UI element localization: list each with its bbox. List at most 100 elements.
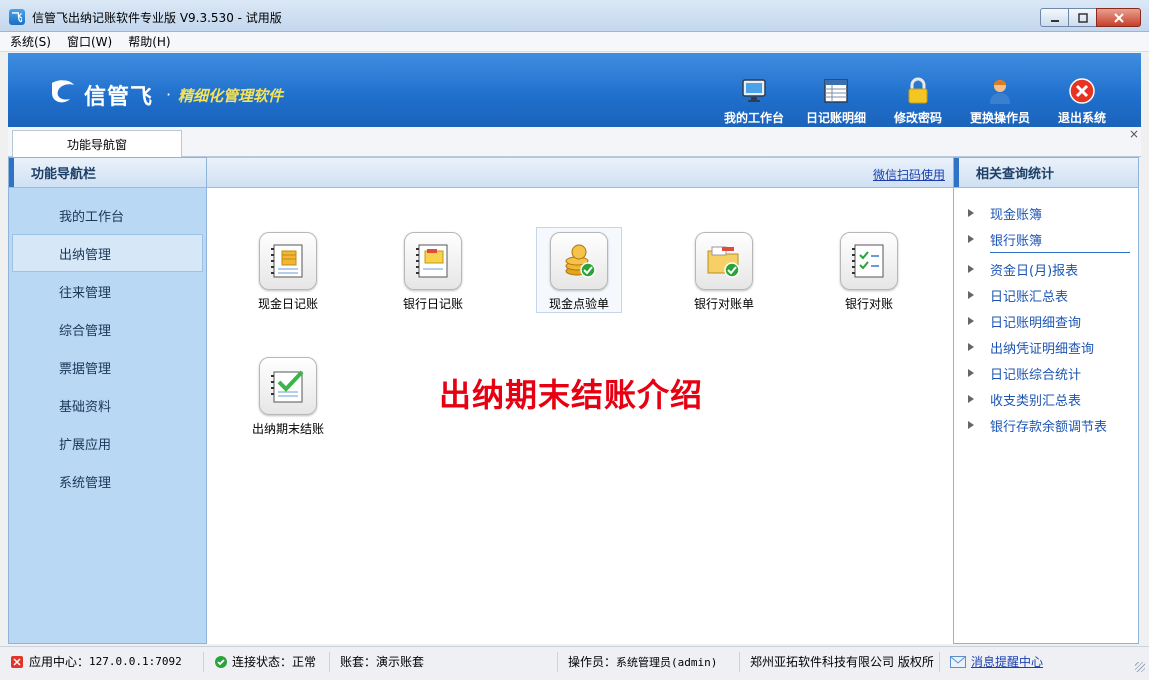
left-nav-list: 我的工作台 出纳管理 往来管理 综合管理 票据管理 基础资料 扩展应用 系统管理 — [9, 188, 206, 500]
toolbar-my-workbench-button[interactable]: 我的工作台 — [713, 77, 795, 126]
toolbar-switch-operator-label: 更换操作员 — [969, 111, 1030, 125]
menu-bar: 系统(S) 窗口(W) 帮助(H) — [0, 32, 1149, 52]
app-center-icon — [11, 655, 23, 668]
function-label: 出纳期末结账 — [251, 422, 324, 436]
query-journal-detail[interactable]: 日记账明细查询 — [954, 308, 1138, 334]
nav-item-extended-apps[interactable]: 扩展应用 — [9, 424, 206, 462]
function-label: 银行对账单 — [693, 297, 754, 311]
title-bar: 飞 信管飞出纳记账软件专业版 V9.3.530 - 试用版 — [0, 0, 1149, 32]
status-bar: 应用中心： 127.0.0.1:7092 连接状态： 正常 账套： 演示账套 操作员：… — [0, 646, 1149, 676]
function-area: 微信扫码使用 现金日记账 银行日记账 现金点验单 银行对账单 银行对账 出纳期末… — [207, 157, 953, 644]
user-icon — [990, 80, 1010, 104]
tab-label: 功能导航窗 — [66, 138, 127, 152]
function-area-header: 微信扫码使用 — [207, 158, 953, 188]
function-cash-journal[interactable]: 现金日记账 — [245, 228, 331, 314]
function-label: 现金点验单 — [548, 297, 609, 311]
status-account-set: 账套： 演示账套 — [330, 651, 558, 672]
close-icon — [1113, 12, 1124, 23]
nav-item-cashier-management[interactable]: 出纳管理 — [12, 234, 203, 272]
status-message-center[interactable]: 消息提醒中心 — [940, 652, 1053, 672]
minimize-button[interactable] — [1040, 8, 1068, 27]
query-fund-daily-monthly-report[interactable]: 资金日(月)报表 — [954, 256, 1138, 282]
function-label: 银行日记账 — [402, 297, 463, 311]
nav-item-accounts-management[interactable]: 往来管理 — [9, 272, 206, 310]
nav-item-integrated-management[interactable]: 综合管理 — [9, 310, 206, 348]
bullet-triangle-icon — [968, 369, 974, 377]
toolbar-journal-detail-label: 日记账明细 — [805, 111, 866, 125]
function-bank-journal[interactable]: 银行日记账 — [390, 228, 476, 314]
toolbar-my-workbench-label: 我的工作台 — [723, 111, 784, 125]
lock-icon — [908, 77, 928, 104]
window-controls — [1040, 8, 1141, 27]
function-label: 现金日记账 — [257, 297, 318, 311]
bullet-triangle-icon — [968, 291, 974, 299]
menu-help[interactable]: 帮助(H) — [128, 33, 170, 50]
brand-name: 信管飞 — [84, 85, 154, 110]
exit-icon — [1069, 78, 1095, 104]
bullet-triangle-icon — [968, 209, 974, 217]
status-app-center: 应用中心： 127.0.0.1:7092 — [0, 651, 204, 672]
bank-journal-icon — [416, 244, 448, 278]
related-queries-list: 现金账簿 银行账簿 资金日(月)报表 日记账汇总表 日记账明细查询 出纳凭证明细… — [954, 188, 1138, 438]
bullet-triangle-icon — [968, 317, 974, 325]
bullet-triangle-icon — [968, 343, 974, 351]
query-cash-ledger[interactable]: 现金账簿 — [954, 200, 1138, 226]
wechat-scan-link[interactable]: 微信扫码使用 — [873, 166, 945, 183]
nav-item-basic-data[interactable]: 基础资料 — [9, 386, 206, 424]
brand-logo-icon — [52, 80, 74, 103]
window-title: 信管飞出纳记账软件专业版 V9.3.530 - 试用版 — [32, 11, 282, 25]
period-close-icon — [271, 370, 304, 403]
query-income-expense-summary[interactable]: 收支类别汇总表 — [954, 386, 1138, 412]
left-nav-panel: 功能导航栏 我的工作台 出纳管理 往来管理 综合管理 票据管理 基础资料 扩展应… — [8, 157, 207, 644]
bullet-triangle-icon — [968, 265, 974, 273]
header-banner: 信管飞 · 精细化管理软件 我的工作台 日记账明细 修改密码 更换操作员 退出系… — [8, 53, 1141, 127]
related-queries-title: 相关查询统计 — [954, 158, 1138, 188]
related-queries-panel: 相关查询统计 现金账簿 银行账簿 资金日(月)报表 日记账汇总表 日记账明细查询… — [953, 157, 1139, 644]
function-period-end-closing[interactable]: 出纳期末结账 — [245, 353, 331, 439]
cash-journal-icon — [271, 244, 303, 278]
menu-system[interactable]: 系统(S) — [10, 33, 51, 50]
query-journal-summary[interactable]: 日记账汇总表 — [954, 282, 1138, 308]
function-label: 银行对账 — [844, 297, 893, 311]
function-bank-statement[interactable]: 银行对账单 — [681, 228, 767, 314]
toolbar-exit-system-label: 退出系统 — [1057, 111, 1106, 125]
left-nav-title: 功能导航栏 — [9, 158, 206, 188]
function-cash-count-sheet[interactable]: 现金点验单 — [536, 227, 622, 313]
bullet-triangle-icon — [968, 421, 974, 429]
query-bank-balance-reconciliation[interactable]: 银行存款余额调节表 — [954, 412, 1138, 438]
reconcile-icon — [852, 244, 884, 278]
divider — [990, 252, 1130, 253]
maximize-button[interactable] — [1068, 8, 1096, 27]
ledger-grid-icon — [824, 79, 848, 103]
nav-item-my-workbench[interactable]: 我的工作台 — [9, 196, 206, 234]
toolbar-change-password-button[interactable]: 修改密码 — [877, 77, 959, 126]
bullet-triangle-icon — [968, 395, 974, 403]
toolbar-switch-operator-button[interactable]: 更换操作员 — [959, 77, 1041, 126]
status-operator: 操作员： 系统管理员(admin) — [558, 651, 740, 672]
resize-grip[interactable] — [1135, 662, 1145, 672]
coin-check-icon — [565, 244, 596, 278]
nav-item-bill-management[interactable]: 票据管理 — [9, 348, 206, 386]
tab-function-navigator[interactable]: 功能导航窗 — [12, 130, 182, 158]
toolbar-exit-system-button[interactable]: 退出系统 — [1041, 77, 1123, 126]
status-copyright: 郑州亚拓软件科技有限公司 版权所 — [740, 651, 940, 672]
check-circle-icon — [215, 655, 227, 668]
tab-strip: 功能导航窗 × — [8, 127, 1141, 158]
menu-window[interactable]: 窗口(W) — [67, 33, 112, 50]
maximize-icon — [1077, 12, 1088, 23]
folder-check-icon — [707, 246, 740, 278]
bullet-triangle-icon — [968, 235, 974, 243]
nav-item-system-management[interactable]: 系统管理 — [9, 462, 206, 500]
overlay-caption: 出纳期末结账介绍 — [439, 376, 704, 414]
function-bank-reconciliation[interactable]: 银行对账 — [826, 228, 912, 314]
close-window-button[interactable] — [1096, 8, 1141, 27]
brand-slogan: 精细化管理软件 — [178, 87, 284, 105]
monitor-icon — [742, 79, 766, 102]
envelope-icon — [950, 655, 966, 668]
query-cashier-voucher-detail[interactable]: 出纳凭证明细查询 — [954, 334, 1138, 360]
query-bank-ledger[interactable]: 银行账簿 — [954, 226, 1138, 252]
query-journal-statistics[interactable]: 日记账综合统计 — [954, 360, 1138, 386]
close-tab-icon[interactable]: × — [1129, 127, 1139, 141]
toolbar-journal-detail-button[interactable]: 日记账明细 — [795, 77, 877, 126]
status-connection: 连接状态： 正常 — [204, 651, 330, 672]
